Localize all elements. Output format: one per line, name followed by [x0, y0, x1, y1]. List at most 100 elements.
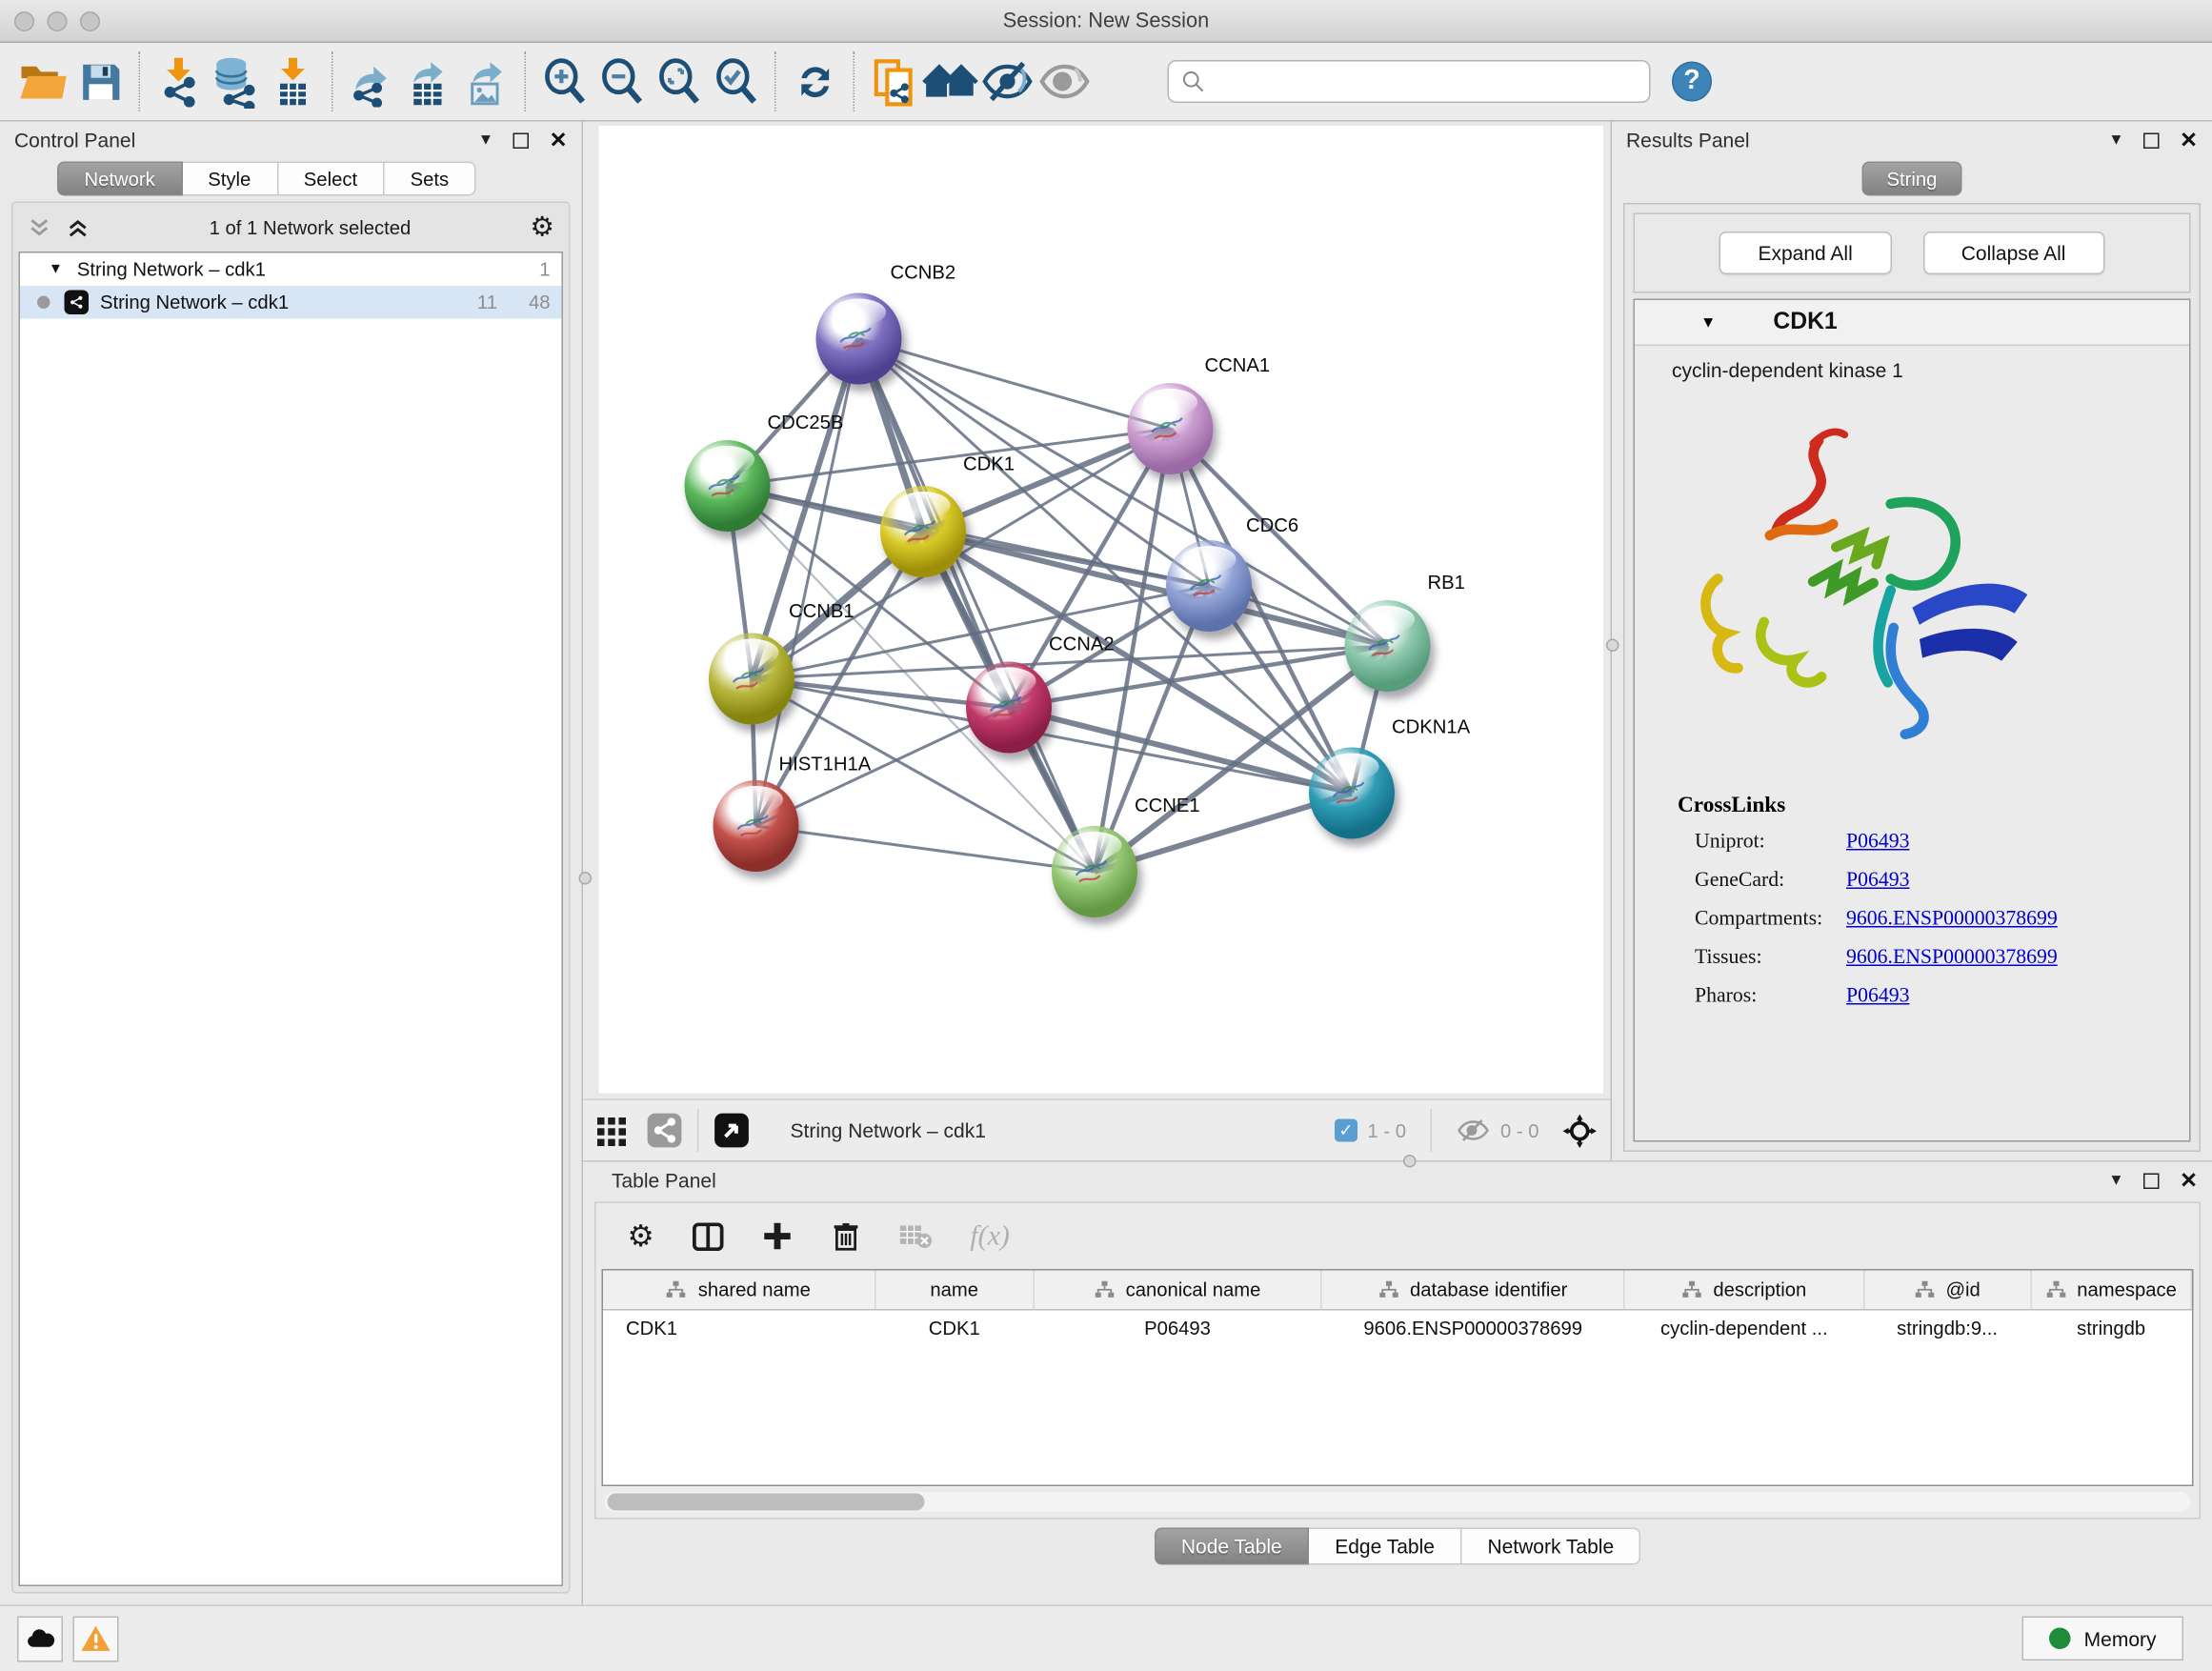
- collapse-protein-icon[interactable]: ▼: [1700, 313, 1716, 331]
- fit-crosshair-icon[interactable]: [1560, 1111, 1599, 1150]
- tab-node-table[interactable]: Node Table: [1154, 1528, 1309, 1565]
- column-header-shared-name[interactable]: shared name: [603, 1271, 875, 1310]
- panel-menu-icon[interactable]: ▼: [2108, 1172, 2123, 1189]
- hide-selected-button[interactable]: [979, 50, 1036, 113]
- node-rb1[interactable]: [1345, 600, 1431, 692]
- open-session-button[interactable]: [14, 50, 71, 113]
- table-row[interactable]: CDK1CDK1P064939606.ENSP00000378699cyclin…: [603, 1309, 2191, 1348]
- left-splitter-handle[interactable]: [579, 872, 593, 885]
- search-input[interactable]: [1168, 60, 1651, 103]
- panel-menu-icon[interactable]: ▼: [2108, 131, 2123, 149]
- table-cell[interactable]: cyclin-dependent ...: [1624, 1309, 1863, 1348]
- export-table-button[interactable]: [400, 50, 457, 113]
- tab-string[interactable]: String: [1862, 162, 1961, 196]
- export-image-button[interactable]: [457, 50, 514, 113]
- collapse-all-button[interactable]: Collapse All: [1922, 232, 2104, 274]
- node-ccna1[interactable]: [1128, 383, 1214, 474]
- right-splitter-handle[interactable]: [1606, 639, 1619, 653]
- tab-style[interactable]: Style: [182, 162, 278, 196]
- edge-HIST1H1A-CCNE1[interactable]: [756, 826, 1096, 872]
- protein-card-header[interactable]: ▼ CDK1: [1635, 300, 2189, 346]
- column-header-description[interactable]: description: [1624, 1271, 1863, 1310]
- panel-close-icon[interactable]: ✕: [550, 130, 568, 151]
- panel-float-icon[interactable]: [513, 132, 530, 149]
- zoom-in-button[interactable]: [536, 50, 593, 113]
- crosslink-link[interactable]: 9606.ENSP00000378699: [1846, 946, 2058, 971]
- node-ccnb1[interactable]: [709, 634, 794, 725]
- tab-sets[interactable]: Sets: [385, 162, 476, 196]
- node-cdc25b[interactable]: [685, 440, 771, 532]
- table-cell[interactable]: P06493: [1034, 1309, 1321, 1348]
- panel-float-icon[interactable]: [2144, 132, 2161, 149]
- horizontal-splitter-handle[interactable]: [1403, 1155, 1417, 1168]
- apply-layout-button[interactable]: [786, 50, 843, 113]
- close-window-button[interactable]: [14, 11, 34, 31]
- panel-close-icon[interactable]: ✕: [2180, 130, 2198, 151]
- add-column-plus-icon[interactable]: [761, 1220, 793, 1252]
- node-cdkn1a[interactable]: [1309, 748, 1395, 839]
- column-header-database-identifier[interactable]: database identifier: [1321, 1271, 1624, 1310]
- collapse-all-chevron-icon[interactable]: [66, 215, 90, 240]
- delete-column-trash-icon[interactable]: [830, 1220, 861, 1252]
- tab-select[interactable]: Select: [278, 162, 385, 196]
- node-cdk1[interactable]: [880, 486, 966, 577]
- network-collection-row[interactable]: ▼ String Network – cdk1 1: [20, 253, 562, 287]
- import-table-file-button[interactable]: [265, 50, 322, 113]
- node-cdc6[interactable]: [1166, 540, 1252, 632]
- node-hist1h1a[interactable]: [714, 780, 799, 872]
- network-share-icon[interactable]: [646, 1112, 683, 1149]
- panel-close-icon[interactable]: ✕: [2180, 1170, 2198, 1192]
- table-cell[interactable]: CDK1: [603, 1309, 875, 1348]
- zoom-fit-button[interactable]: [651, 50, 708, 113]
- zoom-window-button[interactable]: [80, 11, 100, 31]
- tab-edge-table[interactable]: Edge Table: [1309, 1528, 1461, 1565]
- selected-checkbox-icon[interactable]: ✓: [1335, 1119, 1357, 1142]
- column-header-name[interactable]: name: [875, 1271, 1034, 1310]
- copy-network-view-button[interactable]: [865, 50, 922, 113]
- network-canvas[interactable]: CCNB2CCNA1CDC25BCDK1CDC6RB1CCNB1CCNA2CDK…: [599, 126, 1604, 1094]
- tab-network-table[interactable]: Network Table: [1461, 1528, 1640, 1565]
- panel-float-icon[interactable]: [2144, 1173, 2161, 1189]
- help-button[interactable]: ?: [1672, 62, 1712, 102]
- scrollbar-thumb[interactable]: [608, 1494, 925, 1511]
- column-header-canonical-name[interactable]: canonical name: [1034, 1271, 1321, 1310]
- zoom-out-button[interactable]: [593, 50, 651, 113]
- import-network-file-button[interactable]: [151, 50, 208, 113]
- detach-view-icon[interactable]: [714, 1112, 751, 1149]
- table-cell[interactable]: CDK1: [875, 1309, 1034, 1348]
- zoom-selected-button[interactable]: [708, 50, 765, 113]
- column-header--id[interactable]: @id: [1863, 1271, 2031, 1310]
- tree-expand-icon[interactable]: ▼: [49, 262, 63, 278]
- gear-icon[interactable]: ⚙: [530, 211, 554, 244]
- table-horizontal-scrollbar[interactable]: [605, 1492, 2191, 1512]
- table-settings-gear-icon[interactable]: ⚙: [628, 1218, 654, 1255]
- column-header-namespace[interactable]: namespace: [2031, 1271, 2191, 1310]
- node-ccna2[interactable]: [966, 662, 1052, 754]
- crosslink-link[interactable]: 9606.ENSP00000378699: [1846, 908, 2058, 933]
- birds-eye-view-icon[interactable]: [594, 1114, 629, 1148]
- export-network-button[interactable]: [343, 50, 400, 113]
- show-all-networks-button[interactable]: [922, 50, 979, 113]
- import-network-database-button[interactable]: [208, 50, 265, 113]
- table-cell[interactable]: 9606.ENSP00000378699: [1321, 1309, 1624, 1348]
- node-ccnb2[interactable]: [816, 293, 902, 385]
- crosslink-link[interactable]: P06493: [1846, 831, 1909, 856]
- network-row[interactable]: String Network – cdk1 11 48: [20, 286, 562, 319]
- node-ccne1[interactable]: [1052, 826, 1137, 917]
- cloud-status-button[interactable]: [17, 1616, 63, 1661]
- panel-menu-icon[interactable]: ▼: [478, 131, 493, 149]
- crosslink-link[interactable]: P06493: [1846, 985, 1909, 1010]
- expand-all-chevron-icon[interactable]: [28, 215, 52, 240]
- table-cell[interactable]: stringdb:9...: [1863, 1309, 2031, 1348]
- minimize-window-button[interactable]: [48, 11, 68, 31]
- memory-button[interactable]: Memory: [2022, 1617, 2183, 1661]
- save-session-button[interactable]: [71, 50, 129, 113]
- show-hidden-button[interactable]: [1036, 50, 1094, 113]
- expand-all-button[interactable]: Expand All: [1719, 232, 1891, 274]
- edge-CCNB2-CCNE1[interactable]: [859, 339, 1096, 873]
- crosslink-link[interactable]: P06493: [1846, 869, 1909, 894]
- warnings-button[interactable]: [73, 1616, 119, 1661]
- table-cell[interactable]: stringdb: [2031, 1309, 2191, 1348]
- tab-network[interactable]: Network: [57, 162, 182, 196]
- show-columns-icon[interactable]: [692, 1219, 725, 1253]
